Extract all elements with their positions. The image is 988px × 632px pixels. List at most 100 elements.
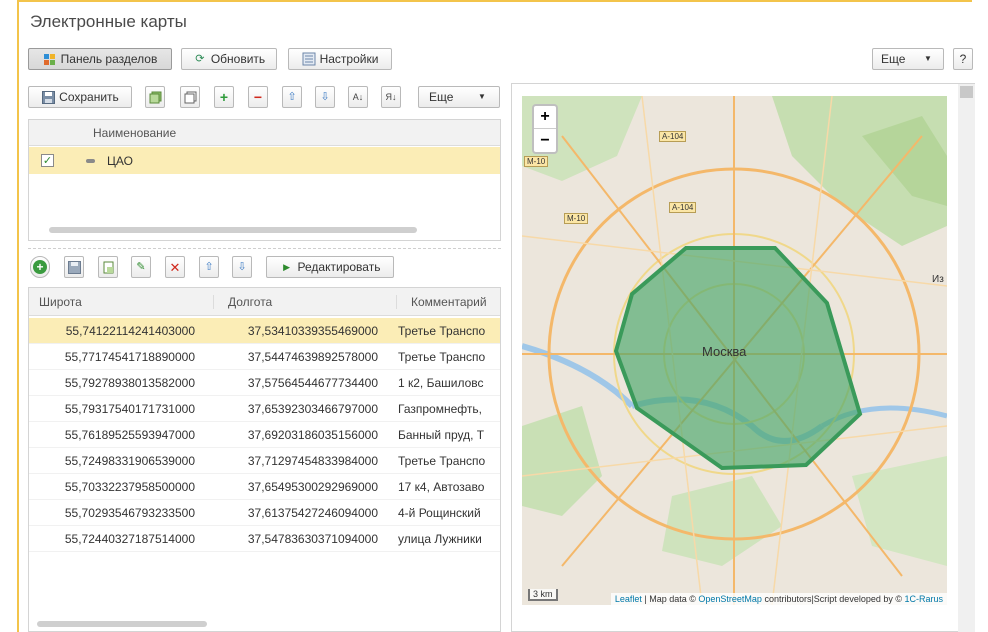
table-row[interactable]: 55,72498331906539000 37,7129745483398400… [29,448,500,474]
map-attribution: Leaflet | Map data © OpenStreetMap contr… [610,593,947,605]
cell-lat: 55,79317540171731000 [64,401,195,416]
help-button[interactable]: ? [953,48,973,70]
copy-point-button[interactable] [98,256,118,278]
delete-point-button[interactable]: ✕ [165,256,185,278]
column-header-comment[interactable]: Комментарий [397,295,487,309]
settings-label: Настройки [319,52,379,66]
save-button[interactable]: Сохранить [28,86,132,108]
cell-lat: 55,76189525593947000 [64,427,195,442]
map-vscroll-thumb[interactable] [960,86,973,98]
cell-lon: 37,54474639892578000 [247,349,378,364]
table-row[interactable]: 55,70332237958500000 37,6549530029296900… [29,474,500,500]
collapse-icon[interactable] [86,158,95,163]
cell-lon: 37,53410339355469000 [247,323,378,338]
osm-link[interactable]: OpenStreetMap [698,594,762,604]
pencil-icon: ✎ [136,260,146,273]
zoom-out-button[interactable]: − [534,129,556,152]
cell-lon: 37,54783630371094000 [247,531,378,546]
chevron-down-icon: ▼ [924,54,932,63]
left-gutter [0,0,17,632]
arrow-up-icon: ⇧ [287,90,297,103]
areas-grid-header: Наименование [29,120,500,146]
copy-button[interactable] [145,86,165,108]
leaflet-link[interactable]: Leaflet [615,594,642,604]
map-panel: + − А-104 М-10 А-104 М-10 Москва Из 3 km… [511,83,975,632]
copy-icon [148,90,162,104]
zoom-in-button[interactable]: + [534,106,556,129]
table-row[interactable]: 55,74122114241403000 37,5341033935546900… [29,318,500,344]
points-grid-header: Широта Долгота Комментарий [29,288,500,316]
save-point-button[interactable] [64,256,84,278]
edit-polygon-button[interactable]: ▶ Редактировать [266,256,394,278]
cell-lon: 37,71297454833984000 [247,453,378,468]
row-checkbox[interactable]: ✓ [41,154,54,167]
cell-comment: Третье Транспо [398,349,486,364]
sections-panel-button[interactable]: Панель разделов [28,48,172,70]
column-header-lat[interactable]: Широта [29,294,214,309]
table-row[interactable]: 55,79317540171731000 37,6539230346679700… [29,396,500,422]
table-row[interactable]: 55,72440327187514000 37,5478363037109400… [29,526,500,552]
cell-lon: 37,65392303466797000 [247,401,378,416]
add-row-button[interactable]: + [214,86,234,108]
move-down-button[interactable]: ⇩ [315,86,335,108]
cell-lon: 37,57564544677734400 [247,375,378,390]
arrow-up-icon: ⇧ [204,260,214,273]
add-point-button[interactable]: + [30,256,50,278]
settings-button[interactable]: Настройки [288,48,392,70]
cell-comment: 1 к2, Башиловс [398,375,484,390]
refresh-button[interactable]: ⟳ Обновить [181,48,277,70]
edit-polygon-label: Редактировать [297,260,381,274]
delete-row-button[interactable]: − [248,86,268,108]
help-label: ? [959,52,967,66]
cell-lon: 37,69203186035156000 [247,427,378,442]
page-title: Электронные карты [30,12,187,31]
cell-comment: Третье Транспо [398,323,486,338]
play-icon: ▶ [283,261,290,272]
more-label-list: Еще [429,90,454,104]
move-up-button[interactable]: ⇧ [282,86,302,108]
table-row[interactable]: 55,76189525593947000 37,6920318603515600… [29,422,500,448]
areas-hscroll[interactable] [49,227,417,233]
areas-row[interactable]: ✓ ЦАО [29,147,500,174]
map-scale: 3 km [528,589,558,601]
city-label: Москва [702,344,747,359]
cell-lat: 55,72498331906539000 [64,453,195,468]
table-row[interactable]: 55,79278938013582000 37,5756454467773440… [29,370,500,396]
table-row[interactable]: 55,77174541718890000 37,5447463989257800… [29,344,500,370]
point-up-button[interactable]: ⇧ [199,256,219,278]
settings-icon [302,52,316,66]
point-down-button[interactable]: ⇩ [232,256,252,278]
map-view[interactable]: + − А-104 М-10 А-104 М-10 Москва Из 3 km… [522,96,947,605]
areas-grid: Наименование ✓ ЦАО [28,119,501,241]
arrow-down-icon: ⇩ [237,260,247,273]
sort-asc-button[interactable]: A↓ [348,86,368,108]
more-button-top[interactable]: Еще ▼ [872,48,944,70]
top-accent-border [17,0,972,2]
points-hscroll[interactable] [37,621,207,627]
more-button-list[interactable]: Еще ▼ [418,86,500,108]
sort-desc-button[interactable]: Я↓ [381,86,401,108]
points-grid: Широта Долгота Комментарий 55,7412211424… [28,287,501,632]
column-header-lon[interactable]: Долгота [214,294,397,309]
cell-comment: улица Лужники [398,531,482,546]
zoom-control: + − [532,104,558,154]
duplicate-button[interactable] [180,86,200,108]
cell-comment: 17 к4, Автозаво [398,479,485,494]
cell-comment: 4-й Рощинский [398,505,481,520]
edit-point-button[interactable]: ✎ [131,256,151,278]
cell-comment: Банный пруд, Т [398,427,485,442]
more-label-top: Еще [881,52,906,66]
table-row[interactable]: 55,70293546793233500 37,6137542724609400… [29,500,500,526]
disk-icon [67,260,81,274]
sort-descending-icon: Я↓ [385,91,397,102]
cell-comment: Газпромнефть, [398,401,482,416]
cell-lat: 55,77174541718890000 [64,349,195,364]
rarus-link[interactable]: 1C-Rarus [904,594,943,604]
column-header-name[interactable]: Наименование [29,126,176,140]
cell-lat: 55,70293546793233500 [64,505,195,520]
save-icon [41,90,55,104]
attribution-text-1: | Map data © [641,594,699,604]
save-label: Сохранить [59,90,119,104]
map-vscroll[interactable] [958,84,975,632]
splitter-divider[interactable] [28,248,501,249]
